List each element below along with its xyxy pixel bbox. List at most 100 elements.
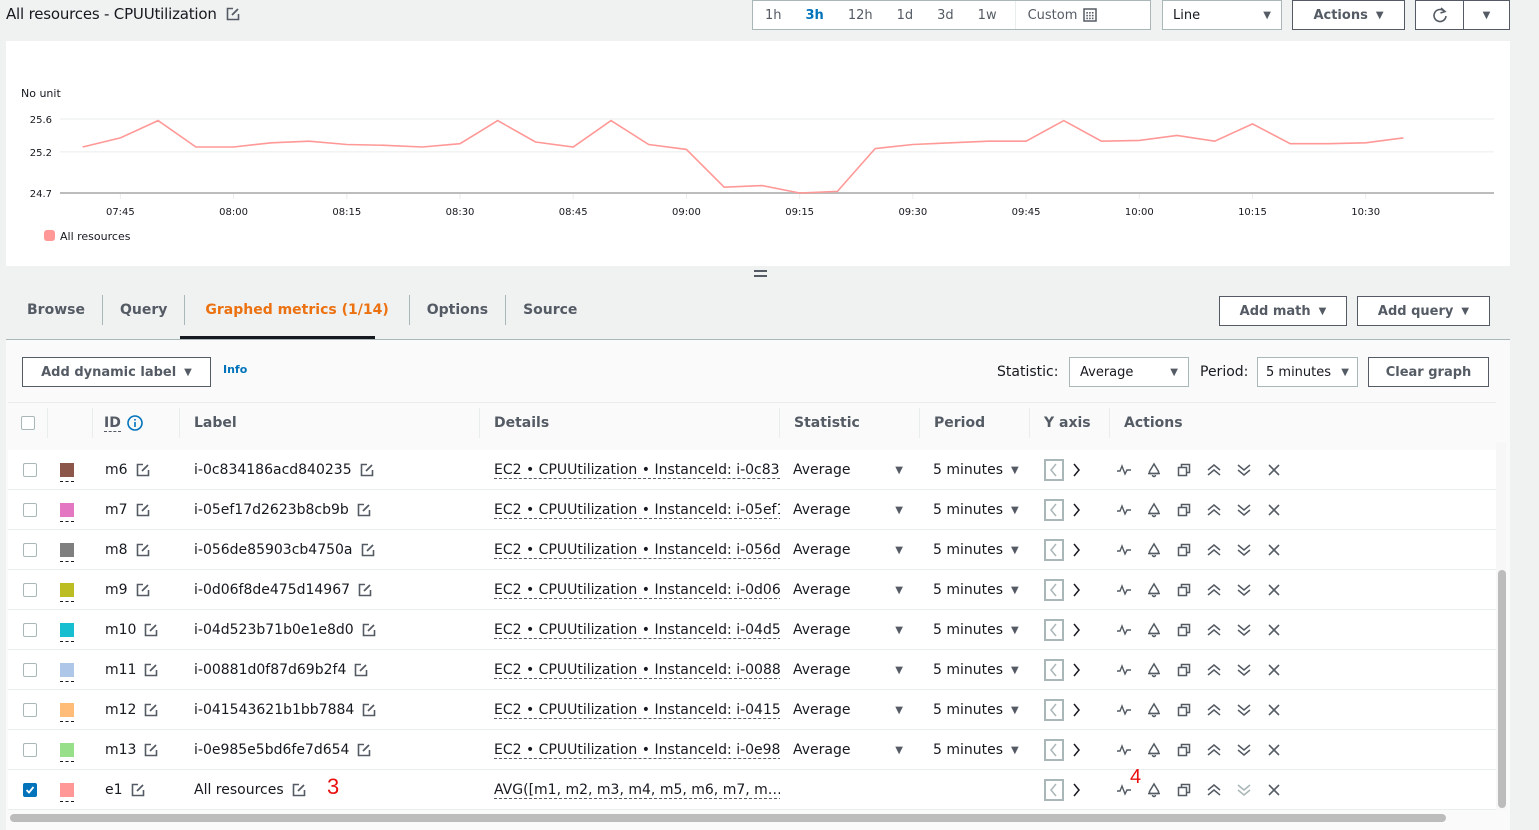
period-cell[interactable]: 5 minutes ▼ xyxy=(933,730,1019,770)
graph-this-metric-button[interactable] xyxy=(1114,700,1134,720)
data-point[interactable] xyxy=(495,118,501,124)
data-point[interactable] xyxy=(532,139,538,145)
data-point[interactable] xyxy=(683,146,689,152)
statistic-cell[interactable]: Average ▼ xyxy=(793,490,903,530)
edit-label-icon[interactable] xyxy=(357,743,371,757)
period-cell[interactable]: 5 minutes ▼ xyxy=(933,530,1019,570)
horizontal-scrollbar-thumb[interactable] xyxy=(10,814,1446,822)
edit-id-icon[interactable] xyxy=(136,583,150,597)
metric-details[interactable]: EC2 • CPUUtilization • InstanceId: i-0e9… xyxy=(494,742,780,759)
metric-details[interactable]: EC2 • CPUUtilization • InstanceId: i-0c8… xyxy=(494,462,780,479)
color-swatch[interactable] xyxy=(60,623,74,642)
edit-id-icon[interactable] xyxy=(144,743,158,757)
actions-button[interactable]: Actions ▼ xyxy=(1292,0,1405,30)
row-checkbox[interactable] xyxy=(23,783,37,797)
y-axis-right-button[interactable] xyxy=(1066,540,1086,560)
move-up-button[interactable] xyxy=(1204,660,1224,680)
data-point[interactable] xyxy=(1212,138,1218,144)
y-axis-left-button[interactable] xyxy=(1044,459,1064,481)
create-alarm-button[interactable] xyxy=(1144,740,1164,760)
graph-this-metric-button[interactable] xyxy=(1114,620,1134,640)
edit-title-icon[interactable] xyxy=(226,7,240,21)
statistic-cell[interactable]: Average ▼ xyxy=(793,570,903,610)
create-alarm-button[interactable] xyxy=(1144,660,1164,680)
period-cell[interactable]: 5 minutes ▼ xyxy=(933,490,1019,530)
data-point[interactable] xyxy=(193,144,199,150)
y-axis-right-button[interactable] xyxy=(1066,460,1086,480)
metric-details[interactable]: EC2 • CPUUtilization • InstanceId: i-05e… xyxy=(494,502,780,519)
duplicate-button[interactable] xyxy=(1174,740,1194,760)
edit-id-icon[interactable] xyxy=(144,663,158,677)
data-point[interactable] xyxy=(155,118,161,124)
chart-type-select[interactable]: Line ▼ xyxy=(1162,0,1282,30)
data-point[interactable] xyxy=(1400,135,1406,141)
color-swatch[interactable] xyxy=(60,583,74,602)
graph-this-metric-button[interactable] xyxy=(1114,740,1134,760)
move-down-button[interactable] xyxy=(1234,700,1254,720)
edit-id-icon[interactable] xyxy=(136,543,150,557)
move-up-button[interactable] xyxy=(1204,740,1224,760)
row-checkbox[interactable] xyxy=(23,463,37,477)
create-alarm-button[interactable] xyxy=(1144,460,1164,480)
statistic-cell[interactable]: Average ▼ xyxy=(793,690,903,730)
data-point[interactable] xyxy=(1249,121,1255,127)
metric-details[interactable]: EC2 • CPUUtilization • InstanceId: i-056… xyxy=(494,542,780,559)
move-down-button[interactable] xyxy=(1234,660,1254,680)
graph-this-metric-button[interactable] xyxy=(1114,660,1134,680)
y-axis-left-button[interactable] xyxy=(1044,659,1064,681)
data-point[interactable] xyxy=(1061,118,1067,124)
color-swatch[interactable] xyxy=(60,703,74,722)
vertical-scrollbar-thumb[interactable] xyxy=(1498,570,1506,808)
remove-button[interactable] xyxy=(1264,580,1284,600)
row-checkbox[interactable] xyxy=(23,663,37,677)
edit-id-icon[interactable] xyxy=(131,783,145,797)
color-swatch[interactable] xyxy=(60,663,74,682)
statistic-cell[interactable]: Average ▼ xyxy=(793,730,903,770)
data-point[interactable] xyxy=(646,141,652,147)
data-point[interactable] xyxy=(759,183,765,189)
data-point[interactable] xyxy=(268,140,274,146)
remove-button[interactable] xyxy=(1264,460,1284,480)
metric-details[interactable]: EC2 • CPUUtilization • InstanceId: i-04d… xyxy=(494,622,780,639)
time-range-custom[interactable]: Custom xyxy=(1014,1,1110,29)
move-down-button[interactable] xyxy=(1234,780,1254,800)
graph-this-metric-button[interactable] xyxy=(1114,540,1134,560)
row-checkbox[interactable] xyxy=(23,543,37,557)
row-checkbox[interactable] xyxy=(23,583,37,597)
graph-this-metric-button[interactable] xyxy=(1114,460,1134,480)
data-point[interactable] xyxy=(419,144,425,150)
y-axis-right-button[interactable] xyxy=(1066,660,1086,680)
data-point[interactable] xyxy=(985,138,991,144)
y-axis-right-button[interactable] xyxy=(1066,780,1086,800)
period-select[interactable]: 5 minutes ▼ xyxy=(1257,357,1358,387)
data-point[interactable] xyxy=(382,142,388,148)
tab-browse[interactable]: Browse xyxy=(10,295,103,325)
data-point[interactable] xyxy=(910,141,916,147)
period-cell[interactable]: 5 minutes ▼ xyxy=(933,650,1019,690)
data-point[interactable] xyxy=(1136,137,1142,143)
move-up-button[interactable] xyxy=(1204,620,1224,640)
data-point[interactable] xyxy=(306,138,312,144)
duplicate-button[interactable] xyxy=(1174,540,1194,560)
move-down-button[interactable] xyxy=(1234,500,1254,520)
y-axis-right-button[interactable] xyxy=(1066,620,1086,640)
color-swatch[interactable] xyxy=(60,543,74,562)
color-swatch[interactable] xyxy=(60,503,74,522)
move-up-button[interactable] xyxy=(1204,580,1224,600)
create-alarm-button[interactable] xyxy=(1144,500,1164,520)
y-axis-left-button[interactable] xyxy=(1044,699,1064,721)
edit-id-icon[interactable] xyxy=(144,703,158,717)
move-up-button[interactable] xyxy=(1204,780,1224,800)
y-axis-right-button[interactable] xyxy=(1066,700,1086,720)
resize-handle[interactable] xyxy=(754,270,767,279)
data-point[interactable] xyxy=(344,141,350,147)
data-point[interactable] xyxy=(80,144,86,150)
create-alarm-button[interactable] xyxy=(1144,540,1164,560)
y-axis-left-button[interactable] xyxy=(1044,539,1064,561)
y-axis-left-button[interactable] xyxy=(1044,779,1064,801)
move-up-button[interactable] xyxy=(1204,540,1224,560)
statistic-select[interactable]: Average ▼ xyxy=(1069,357,1189,387)
move-down-button[interactable] xyxy=(1234,620,1254,640)
y-axis-left-button[interactable] xyxy=(1044,579,1064,601)
edit-label-icon[interactable] xyxy=(354,663,368,677)
